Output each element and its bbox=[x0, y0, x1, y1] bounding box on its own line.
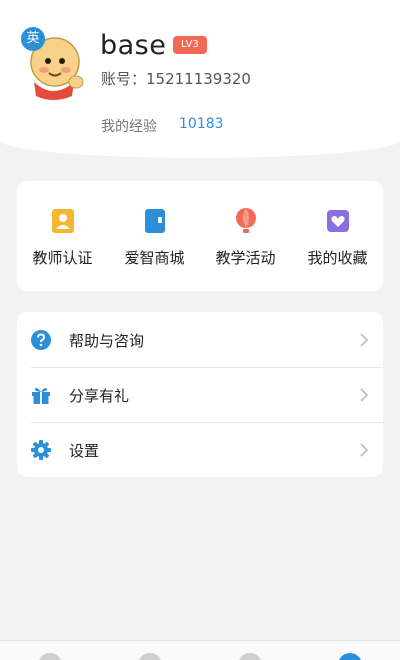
avatar[interactable]: 英 bbox=[20, 24, 86, 100]
level-badge: LV3 bbox=[173, 36, 207, 54]
nav-tab-2[interactable] bbox=[138, 653, 162, 660]
experience-label: 我的经验 bbox=[101, 119, 157, 135]
feature-card: 教师认证 爱智商城 教学活动 我的收藏 bbox=[17, 181, 383, 291]
chevron-right-icon bbox=[360, 388, 369, 402]
menu-card: 帮助与咨询 分享有礼 设置 bbox=[17, 312, 383, 477]
bottom-navigation bbox=[0, 640, 400, 660]
chevron-right-icon bbox=[360, 333, 369, 347]
menu-item-share[interactable]: 分享有礼 bbox=[17, 367, 383, 422]
menu-item-label: 分享有礼 bbox=[69, 387, 130, 405]
feature-teacher-certification[interactable]: 教师认证 bbox=[17, 181, 108, 291]
settings-gear-icon bbox=[31, 440, 51, 460]
shop-icon bbox=[144, 209, 165, 233]
menu-item-help[interactable]: 帮助与咨询 bbox=[17, 312, 383, 367]
experience-value[interactable]: 10183 bbox=[179, 116, 224, 132]
feature-label: 我的收藏 bbox=[307, 249, 368, 267]
chevron-right-icon bbox=[360, 443, 369, 457]
id-card-icon bbox=[51, 209, 74, 233]
feature-my-favorites[interactable]: 我的收藏 bbox=[292, 181, 383, 291]
gift-icon bbox=[32, 388, 50, 404]
menu-item-label: 设置 bbox=[69, 442, 100, 460]
avatar-badge: 英 bbox=[26, 31, 40, 46]
feature-label: 爱智商城 bbox=[124, 249, 185, 267]
nav-tab-1[interactable] bbox=[38, 653, 62, 660]
menu-item-settings[interactable]: 设置 bbox=[17, 422, 383, 477]
profile-header: 英 base LV3 账号：15211139320 我的经验 10183 bbox=[0, 0, 400, 158]
menu-item-label: 帮助与咨询 bbox=[69, 332, 145, 350]
hot-air-balloon-icon bbox=[235, 208, 256, 233]
feature-teaching-activity[interactable]: 教学活动 bbox=[200, 181, 291, 291]
username: base bbox=[100, 30, 167, 61]
feature-label: 教学活动 bbox=[215, 249, 276, 267]
help-icon bbox=[31, 330, 51, 350]
feature-label: 教师认证 bbox=[32, 249, 93, 267]
nav-tab-profile[interactable] bbox=[338, 653, 362, 660]
account-number: 账号：15211139320 bbox=[101, 70, 251, 88]
nav-tab-3[interactable] bbox=[238, 653, 262, 660]
feature-shop[interactable]: 爱智商城 bbox=[109, 181, 200, 291]
heart-icon bbox=[326, 210, 349, 232]
